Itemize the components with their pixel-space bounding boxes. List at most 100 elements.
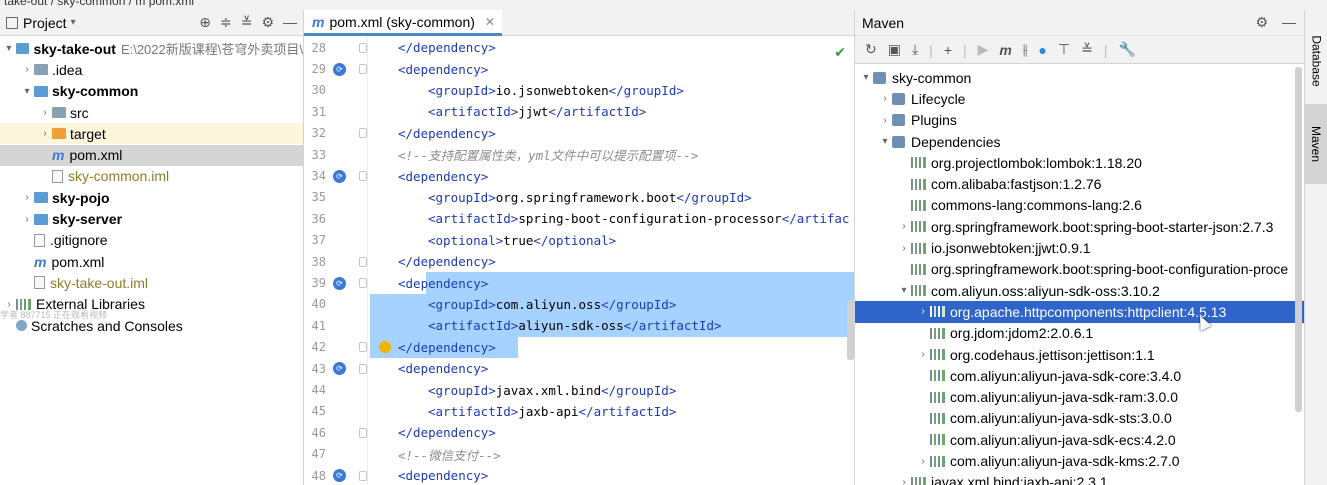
fold-icon[interactable] <box>359 128 367 139</box>
maven-tree-item[interactable]: › org.apache.httpcomponents:httpclient:4.… <box>855 301 1304 323</box>
chevron-right-icon[interactable]: › <box>878 93 892 104</box>
generate-sources-icon[interactable]: ▣ <box>888 41 901 58</box>
locate-icon[interactable]: ⊕ <box>199 14 211 31</box>
maven-scrollbar[interactable] <box>1295 67 1302 412</box>
fold-icon[interactable] <box>359 427 367 438</box>
maven-tree-item[interactable]: › javax.xml.bind:jaxb-api:2.3.1 <box>855 472 1304 485</box>
maven-tree-item[interactable]: › org.springframework.boot:spring-boot-st… <box>855 216 1304 237</box>
chevron-right-icon[interactable]: › <box>916 349 930 360</box>
maven-tree-item[interactable]: org.springframework.boot:spring-boot-con… <box>855 259 1304 280</box>
tree-item[interactable]: › src <box>0 102 303 123</box>
chevron-down-icon[interactable]: ▾ <box>71 17 76 28</box>
dependency-gutter-icon[interactable]: ⟳ <box>333 362 346 376</box>
code-line[interactable]: 44 <groupId>javax.xml.bind</groupId> <box>304 379 854 400</box>
tree-item[interactable]: m pom.xml <box>0 251 303 272</box>
run-icon[interactable]: ▶ <box>978 41 989 58</box>
fold-icon[interactable] <box>359 171 367 182</box>
dependency-gutter-icon[interactable]: ⟳ <box>333 276 346 290</box>
minimize-icon[interactable]: — <box>283 14 297 31</box>
show-dependencies-icon[interactable]: ⊤ <box>1058 41 1070 58</box>
gear-icon[interactable]: ⚙ <box>1255 14 1268 31</box>
code-line[interactable]: 32 </dependency> <box>304 123 854 144</box>
chevron-right-icon[interactable]: › <box>897 243 911 254</box>
code-line[interactable]: 29 ⟳ <dependency> <box>304 58 854 79</box>
code-line[interactable]: 41 <artifactId>aliyun-sdk-oss</artifactId… <box>304 315 854 336</box>
fold-icon[interactable] <box>359 363 367 374</box>
tree-item[interactable]: › sky-pojo <box>0 187 303 208</box>
inspection-ok-icon[interactable]: ✔ <box>834 44 846 61</box>
tree-item[interactable]: m pom.xml <box>0 144 303 166</box>
maven-tree-item[interactable]: org.jdom:jdom2:2.0.6.1 <box>855 323 1304 344</box>
maven-tree-item[interactable]: ▾ Dependencies <box>855 131 1304 152</box>
tab-maven[interactable]: Maven <box>1305 104 1327 184</box>
tab-pom-xml[interactable]: m pom.xml (sky-common) ✕ <box>304 10 502 36</box>
tree-item[interactable]: › .idea <box>0 59 303 80</box>
project-panel-title[interactable]: Project <box>23 15 67 31</box>
fold-icon[interactable] <box>359 42 367 53</box>
maven-tree-item[interactable]: › com.aliyun:aliyun-java-sdk-kms:2.7.0 <box>855 450 1304 471</box>
maven-tree-item[interactable]: › Lifecycle <box>855 88 1304 109</box>
chevron-right-icon[interactable]: › <box>916 456 930 467</box>
code-line[interactable]: 37 <optional>true</optional> <box>304 230 854 251</box>
maven-tree-item[interactable]: › Plugins <box>855 110 1304 131</box>
chevron-right-icon[interactable]: › <box>20 64 34 75</box>
maven-tree-item[interactable]: com.aliyun:aliyun-java-sdk-core:3.4.0 <box>855 365 1304 386</box>
code-line[interactable]: 34 ⟳ <dependency> <box>304 165 854 186</box>
skip-tests-icon[interactable]: ● <box>1038 42 1046 58</box>
code-line[interactable]: 31 <artifactId>jjwt</artifactId> <box>304 101 854 122</box>
chevron-down-icon[interactable]: ▾ <box>2 43 16 54</box>
maven-tree-item[interactable]: ▾ sky-common <box>855 67 1304 88</box>
close-icon[interactable]: ✕ <box>485 15 495 29</box>
chevron-down-icon[interactable]: ▾ <box>859 72 873 83</box>
fold-icon[interactable] <box>359 256 367 267</box>
code-line[interactable]: 40 <groupId>com.aliyun.oss</groupId> <box>304 294 854 315</box>
chevron-down-icon[interactable]: ▾ <box>897 285 911 296</box>
chevron-right-icon[interactable]: › <box>897 477 911 485</box>
download-icon[interactable]: ⤓ <box>912 41 918 58</box>
code-line[interactable]: 38 </dependency> <box>304 251 854 272</box>
code-line[interactable]: 39 ⟳ <dependency> <box>304 272 854 293</box>
tree-item[interactable]: .gitignore <box>0 230 303 251</box>
code-line[interactable]: 42 </dependency> <box>304 337 854 358</box>
code-line[interactable]: 46 </dependency> <box>304 422 854 443</box>
tree-item[interactable]: ▾ sky-take-out E:\2022新版课程\苍穹外卖项目\ <box>0 38 303 59</box>
dependency-gutter-icon[interactable]: ⟳ <box>333 169 346 183</box>
tree-item[interactable]: ▾ sky-common <box>0 81 303 102</box>
maven-tree-item[interactable]: com.alibaba:fastjson:1.2.76 <box>855 174 1304 195</box>
tab-database[interactable]: Database <box>1305 26 1327 96</box>
execute-goal-icon[interactable]: m <box>999 42 1011 58</box>
fold-icon[interactable] <box>359 470 367 481</box>
code-line[interactable]: 43 ⟳ <dependency> <box>304 358 854 379</box>
project-view-icon[interactable] <box>6 16 18 29</box>
chevron-right-icon[interactable]: › <box>38 107 52 118</box>
maven-tree-item[interactable]: commons-lang:commons-lang:2.6 <box>855 195 1304 216</box>
chevron-right-icon[interactable]: › <box>20 192 34 203</box>
chevron-right-icon[interactable]: › <box>878 115 892 126</box>
dependency-gutter-icon[interactable]: ⟳ <box>333 62 346 76</box>
collapse-all-icon[interactable]: ≚ <box>1081 41 1093 58</box>
chevron-right-icon[interactable]: › <box>897 221 911 232</box>
maven-tree-item[interactable]: ▾ com.aliyun.oss:aliyun-sdk-oss:3.10.2 <box>855 280 1304 301</box>
code-area[interactable]: 28 </dependency> 29 ⟳ <dependency> 30 <groupId… <box>304 37 854 485</box>
tree-item[interactable]: sky-take-out.iml <box>0 272 303 293</box>
code-line[interactable]: 36 <artifactId>spring-boot-configuration-… <box>304 208 854 229</box>
tree-item[interactable]: sky-common.iml <box>0 166 303 187</box>
chevron-down-icon[interactable]: ▾ <box>878 136 892 147</box>
editor-scrollbar[interactable] <box>847 300 854 360</box>
gear-icon[interactable]: ⚙ <box>261 14 274 31</box>
add-icon[interactable]: + <box>944 42 952 58</box>
reload-icon[interactable]: ↻ <box>865 41 877 58</box>
code-line[interactable]: 48 ⟳ <dependency> <box>304 465 854 485</box>
code-line[interactable]: 28 </dependency> <box>304 37 854 58</box>
toggle-offline-icon[interactable]: ⫲ <box>1023 41 1028 58</box>
wrench-icon[interactable]: 🔧 <box>1118 41 1135 58</box>
code-line[interactable]: 30 <groupId>io.jsonwebtoken</groupId> <box>304 80 854 101</box>
code-line[interactable]: 33 <!--支持配置属性类，yml文件中可以提示配置项--> <box>304 144 854 165</box>
tree-item[interactable]: › target <box>0 123 303 145</box>
chevron-right-icon[interactable]: › <box>38 128 52 139</box>
expand-all-icon[interactable]: ≑ <box>220 14 232 31</box>
code-line[interactable]: 45 <artifactId>jaxb-api</artifactId> <box>304 401 854 422</box>
fold-icon[interactable] <box>359 278 367 289</box>
maven-tree-item[interactable]: com.aliyun:aliyun-java-sdk-sts:3.0.0 <box>855 408 1304 429</box>
chevron-down-icon[interactable]: ▾ <box>20 86 34 97</box>
